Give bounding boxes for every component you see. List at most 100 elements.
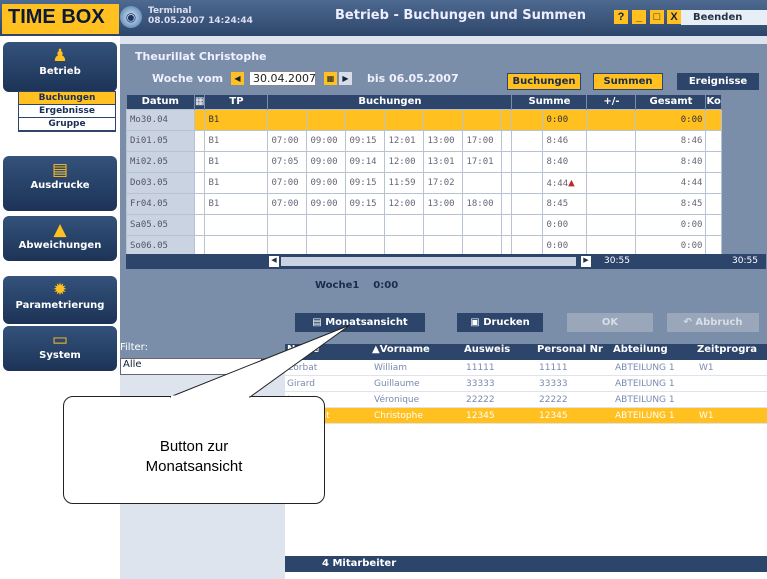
booking-cell[interactable]: 17:00 (462, 129, 503, 152)
row-tp[interactable]: B1 (204, 192, 269, 215)
tab-ereignisse[interactable]: Ereignisse (677, 73, 759, 90)
nav-ausdrucke[interactable]: ▤ Ausdrucke (3, 156, 117, 211)
subnav-buchungen[interactable]: Buchungen (19, 92, 115, 105)
row-note[interactable] (193, 213, 206, 236)
booking-cell[interactable]: 07:00 (267, 171, 308, 194)
table-row[interactable]: Sa05.05 0:00 0:00 (126, 213, 722, 236)
booking-cell[interactable]: 09:00 (306, 150, 347, 173)
booking-cell[interactable]: 09:00 (306, 129, 347, 152)
row-note[interactable] (193, 150, 206, 173)
list-col-ausweis[interactable]: Ausweis (464, 344, 537, 360)
booking-cell[interactable] (423, 213, 464, 236)
list-col-name[interactable]: Name (285, 344, 372, 360)
booking-cell[interactable]: 13:00 (423, 192, 464, 215)
booking-cell[interactable] (423, 234, 464, 257)
row-note[interactable] (193, 234, 206, 257)
help-button[interactable]: ? (614, 10, 628, 24)
booking-cell[interactable]: 07:00 (267, 192, 308, 215)
booking-cell[interactable]: 07:00 (267, 129, 308, 152)
booking-cell[interactable] (384, 213, 425, 236)
filter-select[interactable]: Alle ▼ (120, 358, 276, 375)
list-item[interactable]: Corbat William 11111 11111 ABTEILUNG 1 W1 (285, 360, 767, 376)
week-from-field[interactable]: 30.04.2007 (249, 71, 316, 86)
list-col-zeitprogramm[interactable]: Zeitprogra (697, 344, 767, 360)
booking-cell[interactable] (501, 192, 513, 215)
print-button[interactable]: ▣ Drucken (457, 313, 543, 332)
table-row[interactable]: Di01.05 B1 07:00 09:00 09:15 12:01 13:00 17:00 8… (126, 129, 722, 152)
booking-cell[interactable]: 09:15 (345, 171, 386, 194)
subnav-gruppe[interactable]: Gruppe (19, 118, 115, 131)
row-tp[interactable]: B1 (204, 108, 269, 131)
cancel-button[interactable]: ↶ Abbruch (667, 313, 759, 332)
booking-cell[interactable] (501, 150, 513, 173)
booking-cell[interactable] (462, 234, 503, 257)
booking-cell[interactable]: 12:00 (384, 150, 425, 173)
booking-cell[interactable]: 12:00 (384, 192, 425, 215)
list-col-vorname[interactable]: ▲Vorname (372, 344, 464, 360)
booking-cell[interactable]: 18:00 (462, 192, 503, 215)
row-note[interactable] (193, 171, 206, 194)
minimize-button[interactable]: _ (632, 10, 646, 24)
booking-cell[interactable]: 12:01 (384, 129, 425, 152)
booking-cell[interactable] (501, 108, 513, 131)
table-row[interactable]: Mi02.05 B1 07:05 09:00 09:14 12:00 13:01 17:01 8… (126, 150, 722, 173)
booking-cell[interactable]: 13:01 (423, 150, 464, 173)
booking-cell[interactable] (423, 108, 464, 131)
booking-cell[interactable]: 09:00 (306, 192, 347, 215)
row-tp[interactable] (204, 234, 269, 257)
booking-cell[interactable] (462, 171, 503, 194)
booking-cell[interactable]: 11:59 (384, 171, 425, 194)
horizontal-scrollbar[interactable] (281, 257, 576, 266)
scroll-left-button[interactable]: ◀ (269, 256, 279, 267)
booking-cell[interactable]: 17:02 (423, 171, 464, 194)
nav-abweichungen[interactable]: ▲ Abweichungen (3, 216, 117, 261)
booking-cell[interactable] (345, 213, 386, 236)
row-note[interactable] (193, 108, 206, 131)
booking-cell[interactable] (345, 108, 386, 131)
row-tp[interactable]: B1 (204, 171, 269, 194)
row-note[interactable] (193, 129, 206, 152)
list-item[interactable]: TheurillatChristophe1234512345ABTEILUNG … (285, 408, 767, 424)
table-row[interactable]: Do03.05 B1 07:00 09:00 09:15 11:59 17:02 4:44▲ 4… (126, 171, 722, 194)
nav-parametrierung[interactable]: ✹ Parametrierung (3, 276, 117, 324)
subnav-ergebnisse[interactable]: Ergebnisse (19, 105, 115, 118)
booking-cell[interactable] (306, 234, 347, 257)
booking-cell[interactable] (345, 234, 386, 257)
booking-cell[interactable] (267, 108, 308, 131)
booking-cell[interactable] (462, 213, 503, 236)
booking-cell[interactable] (462, 108, 503, 131)
booking-cell[interactable] (306, 213, 347, 236)
prev-week-button[interactable]: ◀ (231, 72, 244, 85)
booking-cell[interactable]: 09:15 (345, 129, 386, 152)
row-tp[interactable]: B1 (204, 129, 269, 152)
list-col-abteilung[interactable]: Abteilung (613, 344, 697, 360)
ok-button[interactable]: OK (567, 313, 653, 332)
maximize-button[interactable]: □ (650, 10, 664, 24)
booking-cell[interactable] (501, 171, 513, 194)
row-tp[interactable] (204, 213, 269, 236)
tab-buchungen[interactable]: Buchungen (507, 73, 581, 90)
booking-cell[interactable] (501, 213, 513, 236)
booking-cell[interactable]: 09:14 (345, 150, 386, 173)
booking-cell[interactable]: 07:05 (267, 150, 308, 173)
booking-cell[interactable] (501, 234, 513, 257)
next-week-button[interactable]: ▶ (339, 72, 352, 85)
nav-betrieb[interactable]: ♟ Betrieb (3, 42, 117, 92)
calendar-button[interactable]: ▦ (324, 72, 337, 85)
booking-cell[interactable] (267, 213, 308, 236)
row-note[interactable] (193, 192, 206, 215)
list-item[interactable]: Girard Guillaume 33333 33333 ABTEILUNG 1 (285, 376, 767, 392)
table-row[interactable]: Mo30.04 B1 0:00 0:00 (126, 108, 722, 131)
table-row[interactable]: So06.05 0:00 0:00 (126, 234, 722, 257)
end-button[interactable]: Beenden (681, 10, 767, 25)
booking-cell[interactable]: 17:01 (462, 150, 503, 173)
booking-cell[interactable] (306, 108, 347, 131)
list-item[interactable]: JaquetVéronique2222222222ABTEILUNG 1 (285, 392, 767, 408)
tab-summen[interactable]: Summen (593, 73, 663, 90)
table-row[interactable]: Fr04.05 B1 07:00 09:00 09:15 12:00 13:00 18:00 8… (126, 192, 722, 215)
booking-cell[interactable] (384, 108, 425, 131)
booking-cell[interactable]: 09:00 (306, 171, 347, 194)
list-col-personal[interactable]: Personal Nr (537, 344, 613, 360)
booking-cell[interactable] (267, 234, 308, 257)
row-tp[interactable]: B1 (204, 150, 269, 173)
